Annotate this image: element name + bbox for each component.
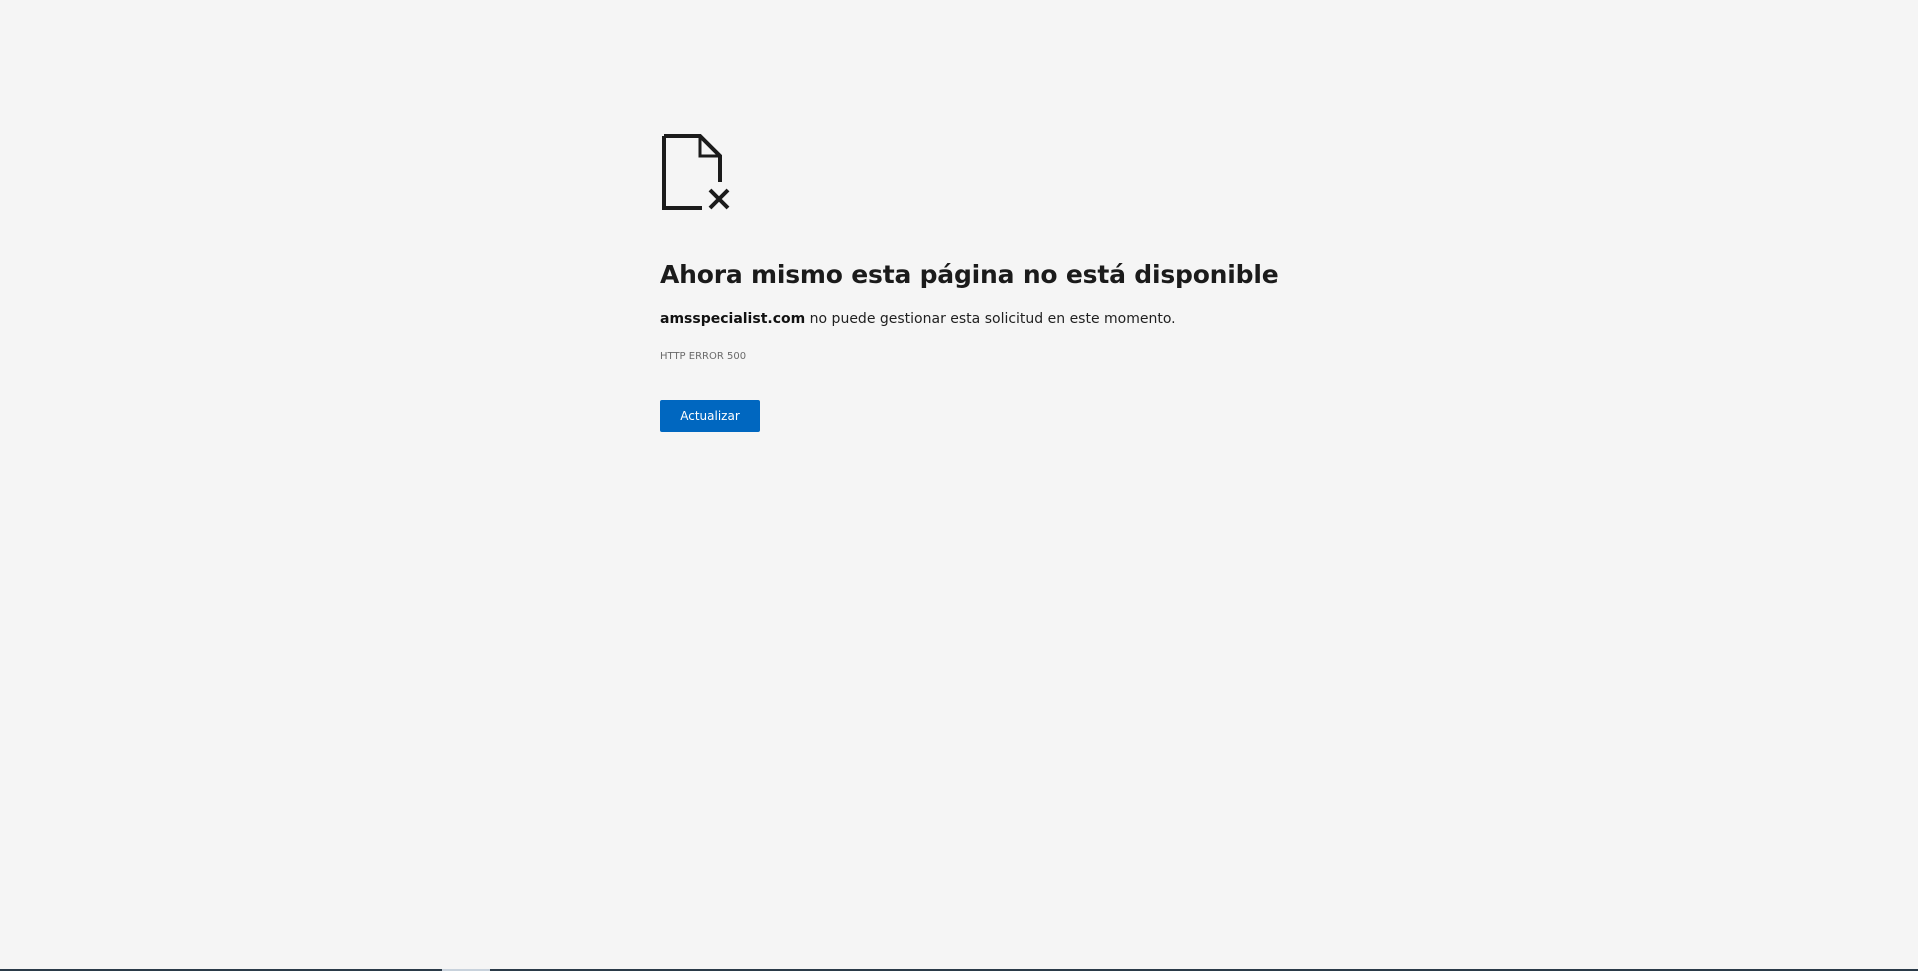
- document-error-icon: [662, 134, 730, 210]
- error-description: amsspecialist.com no puede gestionar est…: [660, 311, 1300, 327]
- error-page: Ahora mismo esta página no está disponib…: [0, 0, 1918, 971]
- error-code: HTTP ERROR 500: [660, 351, 747, 362]
- host-name: amsspecialist.com: [660, 311, 806, 327]
- error-content: Ahora mismo esta página no está disponib…: [660, 134, 1300, 432]
- page-title: Ahora mismo esta página no está disponib…: [660, 260, 1279, 289]
- reload-button[interactable]: Actualizar: [660, 400, 760, 432]
- description-text: no puede gestionar esta solicitud en est…: [805, 311, 1176, 327]
